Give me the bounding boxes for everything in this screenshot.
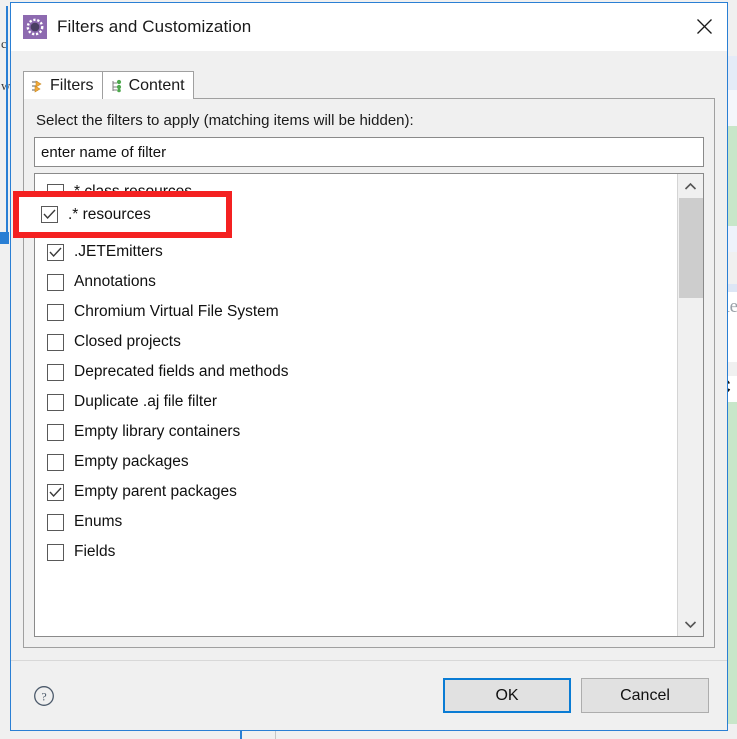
filters-list-scrollbar[interactable]	[677, 174, 703, 636]
instruction-label: Select the filters to apply (matching it…	[36, 112, 414, 129]
list-item[interactable]: Empty library containers	[35, 417, 677, 447]
list-item[interactable]: Annotations	[35, 267, 677, 297]
list-item[interactable]: Fields	[35, 537, 677, 567]
checkbox-unchecked-icon[interactable]	[47, 513, 64, 531]
checkbox-unchecked-icon[interactable]	[47, 393, 64, 411]
background-left-accent-line	[6, 6, 8, 242]
checkbox-checked-icon[interactable]	[41, 206, 58, 223]
tab-filters[interactable]: Filters	[23, 71, 103, 99]
list-item[interactable]: Empty parent packages	[35, 477, 677, 507]
filters-list-items: * class resources .* resources	[35, 174, 677, 636]
dialog-body: Filters Content Select the filters to ap…	[11, 51, 727, 660]
content-tree-icon	[110, 79, 124, 93]
list-item[interactable]: Closed projects	[35, 327, 677, 357]
checkbox-checked-icon[interactable]	[47, 243, 64, 261]
list-item-label: Fields	[74, 543, 116, 560]
list-item-label: Closed projects	[74, 333, 181, 350]
scroll-down-icon[interactable]	[677, 612, 703, 636]
background-left-accent-chip	[0, 232, 9, 244]
checkbox-unchecked-icon[interactable]	[47, 543, 64, 561]
filters-customization-dialog: Filters and Customization Filters Conten…	[10, 2, 728, 731]
cancel-button-label: Cancel	[620, 686, 670, 704]
list-item-label: Duplicate .aj file filter	[74, 393, 218, 410]
filter-arrow-icon	[31, 79, 45, 93]
list-item-label: Chromium Virtual File System	[74, 303, 279, 320]
checkbox-unchecked-icon[interactable]	[47, 363, 64, 381]
scroll-up-icon[interactable]	[677, 174, 703, 198]
tab-strip: Filters Content	[23, 71, 715, 99]
ok-button-label: OK	[495, 686, 519, 704]
dialog-title: Filters and Customization	[57, 17, 252, 36]
list-item-label: Empty library containers	[74, 423, 241, 440]
checkbox-unchecked-icon[interactable]	[47, 423, 64, 441]
checkbox-checked-icon[interactable]	[47, 483, 64, 501]
scrollbar-thumb[interactable]	[678, 198, 703, 298]
list-item-label: Empty packages	[74, 453, 189, 470]
filter-name-input-value: enter name of filter	[41, 143, 167, 161]
close-icon[interactable]	[681, 3, 727, 50]
annotated-item-label: .* resources	[68, 205, 151, 223]
list-item[interactable]: Duplicate .aj file filter	[35, 387, 677, 417]
checkbox-unchecked-icon[interactable]	[47, 303, 64, 321]
tab-content[interactable]: Content	[102, 71, 194, 99]
checkbox-unchecked-icon[interactable]	[47, 333, 64, 351]
filter-name-input[interactable]: enter name of filter	[34, 137, 704, 167]
list-item[interactable]: Empty packages	[35, 447, 677, 477]
cancel-button[interactable]: Cancel	[581, 678, 709, 713]
filters-list: * class resources .* resources	[34, 173, 704, 637]
list-item-label: .JETEmitters	[74, 243, 163, 260]
list-item-label: Deprecated fields and methods	[74, 363, 289, 380]
filters-tab-panel: Select the filters to apply (matching it…	[23, 99, 715, 648]
checkbox-unchecked-icon[interactable]	[47, 453, 64, 471]
ok-button[interactable]: OK	[443, 678, 571, 713]
help-question-icon[interactable]: ?	[33, 685, 55, 707]
list-item[interactable]: Deprecated fields and methods	[35, 357, 677, 387]
list-item[interactable]: Chromium Virtual File System	[35, 297, 677, 327]
dialog-footer: ? OK Cancel	[11, 660, 727, 730]
list-item-label: Enums	[74, 513, 123, 530]
list-item-label: Empty parent packages	[74, 483, 237, 500]
scrollbar-track[interactable]	[677, 198, 703, 612]
tab-content-label: Content	[128, 76, 185, 94]
list-item[interactable]: Enums	[35, 507, 677, 537]
annotation-highlight-rectangle: .* resources	[13, 191, 232, 238]
dialog-titlebar: Filters and Customization	[11, 3, 727, 51]
checkbox-unchecked-icon[interactable]	[47, 273, 64, 291]
filters-customization-icon	[23, 15, 47, 39]
tab-filters-label: Filters	[50, 76, 94, 94]
svg-text:?: ?	[41, 689, 46, 703]
list-item[interactable]: .JETEmitters	[35, 237, 677, 267]
list-item-label: Annotations	[74, 273, 156, 290]
dialog-button-group: OK Cancel	[443, 678, 709, 713]
